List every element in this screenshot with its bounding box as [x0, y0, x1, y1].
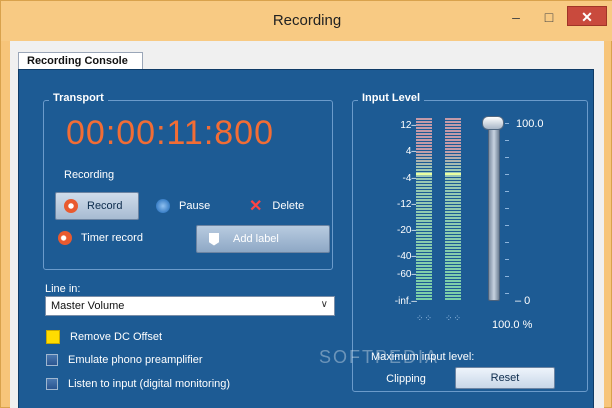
checkbox-checked-icon	[46, 330, 60, 344]
remove-dc-offset-checkbox[interactable]: Remove DC Offset	[46, 330, 162, 344]
input-volume-slider-track[interactable]	[488, 123, 500, 301]
line-in-select[interactable]: Master Volume ∨	[45, 296, 335, 316]
peak-marker	[416, 173, 432, 175]
input-volume-slider-handle[interactable]	[482, 116, 504, 130]
scale-tick-label: -60–	[396, 269, 417, 280]
record-button[interactable]: Record	[55, 192, 139, 220]
reset-button[interactable]: Reset	[455, 367, 555, 389]
close-button[interactable]: ✕	[567, 6, 607, 26]
scale-tick-label: -4–	[402, 173, 417, 184]
slider-min-value: – 0	[515, 295, 531, 307]
input-level-title: Input Level	[358, 92, 425, 104]
transport-title: Transport	[49, 92, 108, 104]
emulate-phono-label: Emulate phono preamplifier	[68, 354, 203, 366]
volume-percent: 100.0 %	[492, 319, 533, 331]
timer-record-icon	[58, 231, 72, 245]
scale-tick-label: -20–	[396, 225, 417, 236]
emulate-phono-checkbox[interactable]: Emulate phono preamplifier	[46, 354, 203, 366]
recording-window: Recording – □ ✕ Recording Console Transp…	[0, 0, 612, 408]
scale-tick-label: 12–	[400, 120, 417, 131]
scale-tick-label: -inf.–	[394, 296, 417, 307]
peak-marker	[445, 173, 461, 175]
slider-ticks	[505, 123, 509, 301]
right-level-meter	[445, 117, 461, 301]
scale-tick-label: -12–	[396, 199, 417, 210]
title-bar[interactable]: Recording – □ ✕	[1, 1, 612, 41]
timer-record-button[interactable]: Timer record	[58, 228, 143, 248]
elapsed-time-display: 00:00:11:800	[66, 114, 274, 152]
left-level-meter	[416, 117, 432, 301]
chevron-down-icon: ∨	[320, 299, 328, 310]
remove-dc-offset-label: Remove DC Offset	[70, 331, 163, 343]
checkbox-icon	[46, 354, 58, 366]
timer-record-label: Timer record	[81, 232, 143, 244]
line-in-label: Line in:	[45, 283, 81, 295]
channel-dots-icon: ⁘⁘	[416, 313, 434, 323]
scale-tick-label: -40–	[396, 251, 417, 262]
record-label: Record	[87, 200, 123, 212]
recording-status: Recording	[64, 169, 115, 181]
add-label-text: Add label	[233, 233, 279, 245]
clipping-indicator: Clipping	[363, 369, 449, 389]
delete-label: Delete	[272, 200, 305, 212]
pause-icon	[156, 199, 170, 213]
maximize-button[interactable]: □	[534, 7, 564, 29]
pause-button[interactable]: Pause	[156, 196, 210, 216]
record-icon	[64, 199, 78, 213]
line-in-selected: Master Volume	[51, 300, 125, 312]
pause-label: Pause	[179, 200, 211, 212]
checkbox-icon	[46, 378, 58, 390]
slider-max-value: 100.0	[516, 118, 544, 130]
channel-dots-icon: ⁘⁘	[445, 313, 463, 323]
softpedia-watermark: SOFTPEDIA	[319, 347, 440, 367]
add-label-button[interactable]: Add label	[196, 225, 330, 253]
delete-x-icon: ✕	[249, 198, 263, 215]
delete-button[interactable]: ✕ Delete	[249, 196, 304, 216]
recording-console-panel: Transport 00:00:11:800 Recording Record …	[18, 69, 594, 408]
transport-group: Transport 00:00:11:800 Recording Record …	[43, 92, 333, 270]
listen-input-checkbox[interactable]: Listen to input (digital monitoring)	[46, 378, 230, 390]
label-tag-icon	[209, 232, 219, 246]
listen-input-label: Listen to input (digital monitoring)	[68, 378, 231, 390]
minimize-button[interactable]: –	[501, 7, 531, 29]
